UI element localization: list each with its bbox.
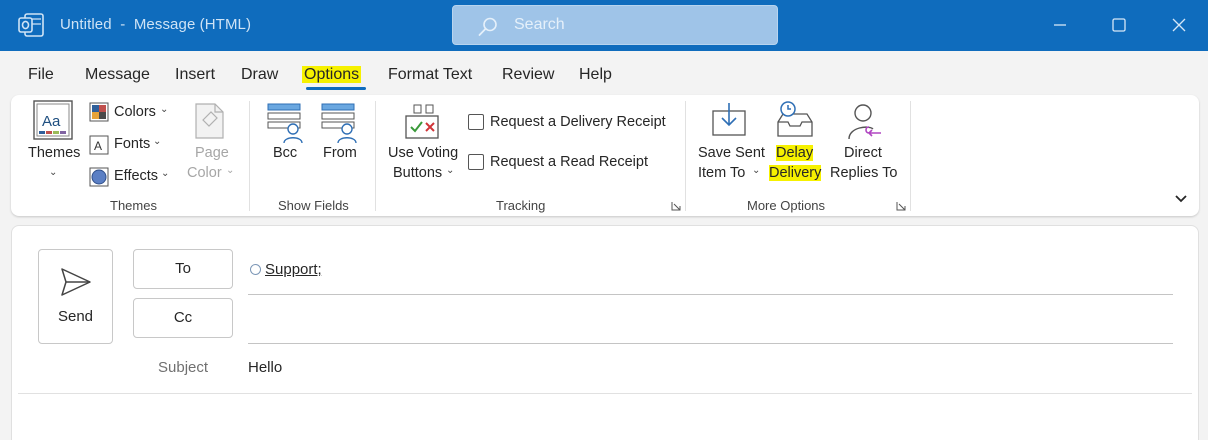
voting-label-2: Buttons — [393, 165, 443, 181]
delay-label-2: Delivery — [769, 165, 822, 181]
effects-label: Effects — [114, 168, 159, 184]
colors-label: Colors — [114, 104, 156, 120]
page-color-chevron-icon: ⌄ — [226, 165, 235, 176]
show-fields-group-label: Show Fields — [278, 198, 349, 213]
voting-buttons-icon — [405, 104, 439, 139]
bcc-label: Bcc — [273, 145, 298, 161]
outlook-app-icon — [18, 13, 44, 37]
effects-icon — [89, 167, 109, 187]
page-color-icon — [195, 103, 224, 139]
to-field[interactable] — [248, 294, 1173, 295]
group-separator — [249, 101, 250, 211]
ribbon: Aa Themes ⌄ Colors ⌄ A Fonts ⌄ Effects ⌄ — [11, 95, 1199, 216]
menu-review[interactable]: Review — [502, 66, 554, 84]
save-sent-icon — [712, 103, 746, 136]
themes-icon: Aa — [33, 100, 73, 140]
delay-label-2-text: Delivery — [769, 165, 822, 181]
menu-insert[interactable]: Insert — [175, 66, 215, 84]
send-label: Send — [57, 308, 94, 325]
search-placeholder: Search — [514, 16, 565, 33]
to-button[interactable]: To — [133, 249, 233, 289]
direct-replies-icon — [848, 104, 881, 140]
delivery-receipt-label[interactable]: Request a Delivery Receipt — [490, 114, 666, 130]
themes-chevron-icon: ⌄ — [49, 167, 58, 178]
fonts-chevron-icon: ⌄ — [153, 136, 162, 147]
svg-text:Aa: Aa — [42, 113, 61, 130]
window-title: Untitled - Message (HTML) — [60, 16, 252, 33]
more-options-group-label: More Options — [747, 198, 826, 213]
message-body[interactable] — [18, 396, 1192, 440]
search-icon — [478, 17, 497, 36]
page-color-label-1: Page — [195, 145, 229, 161]
ribbon-expand-chevron-icon[interactable] — [1174, 194, 1188, 204]
tracking-group-label: Tracking — [496, 198, 546, 213]
direct-label-2: Replies To — [830, 165, 898, 181]
subject-label: Subject — [158, 359, 209, 376]
menu-format-text[interactable]: Format Text — [388, 66, 472, 84]
fonts-label: Fonts — [114, 136, 151, 152]
svg-text:A: A — [94, 139, 102, 153]
menu-options[interactable]: Options — [302, 66, 362, 84]
delay-label-1-text: Delay — [776, 145, 814, 161]
active-tab-indicator — [306, 87, 366, 90]
menu-file[interactable]: File — [28, 66, 54, 84]
colors-chevron-icon: ⌄ — [160, 104, 169, 115]
cc-button[interactable]: Cc — [133, 298, 233, 338]
save-sent-label-2: Item To — [698, 165, 746, 181]
voting-label-1: Use Voting — [388, 145, 459, 161]
maximize-icon[interactable] — [1107, 13, 1131, 37]
search-box[interactable]: Search — [452, 5, 778, 45]
fonts-icon: A — [89, 135, 109, 155]
presence-status-icon — [250, 264, 261, 275]
bcc-icon — [267, 103, 303, 144]
save-sent-label-1: Save Sent — [698, 145, 765, 161]
group-separator — [375, 101, 376, 211]
voting-chevron-icon: ⌄ — [446, 165, 455, 176]
group-separator — [910, 101, 911, 211]
menu-message[interactable]: Message — [85, 66, 150, 84]
title-bar: Untitled - Message (HTML) Search — [0, 0, 1208, 51]
read-receipt-checkbox[interactable] — [468, 154, 484, 170]
cc-field[interactable] — [248, 343, 1173, 344]
from-label: From — [323, 145, 357, 161]
menu-draw[interactable]: Draw — [241, 66, 278, 84]
message-body-divider — [18, 393, 1192, 394]
menu-options-label: Options — [302, 66, 362, 83]
colors-icon — [89, 102, 109, 122]
direct-label-1: Direct — [844, 145, 882, 161]
themes-group-label: Themes — [110, 198, 157, 213]
page-color-label-2: Color — [187, 165, 222, 181]
delay-label-1: Delay — [776, 145, 814, 161]
close-icon[interactable] — [1167, 13, 1191, 37]
menu-bar: File Message Insert Draw Options Format … — [0, 51, 1208, 93]
effects-chevron-icon: ⌄ — [161, 168, 170, 179]
tracking-dialog-launcher-icon[interactable] — [671, 201, 681, 211]
recipient-name: Support; — [265, 261, 322, 278]
group-separator — [685, 101, 686, 211]
to-recipient[interactable]: Support; — [250, 261, 322, 278]
save-sent-chevron-icon: ⌄ — [752, 165, 761, 176]
send-icon — [61, 268, 91, 296]
delay-delivery-icon — [777, 101, 813, 137]
themes-label: Themes — [28, 145, 81, 161]
menu-help[interactable]: Help — [579, 66, 612, 84]
send-button[interactable]: Send — [38, 249, 113, 344]
from-icon — [321, 103, 357, 144]
delivery-receipt-checkbox[interactable] — [468, 114, 484, 130]
subject-input[interactable]: Hello — [248, 359, 282, 376]
more-options-dialog-launcher-icon[interactable] — [896, 201, 906, 211]
minimize-icon[interactable] — [1048, 13, 1072, 37]
read-receipt-label[interactable]: Request a Read Receipt — [490, 154, 648, 170]
